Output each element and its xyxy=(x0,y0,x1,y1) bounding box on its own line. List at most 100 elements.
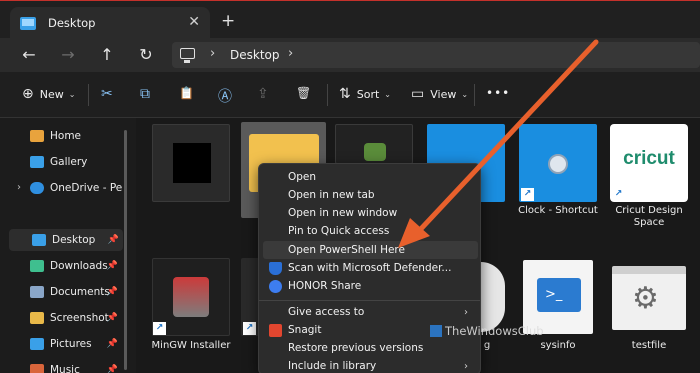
sidebar-item-label: Documents xyxy=(50,286,110,298)
documents-icon xyxy=(30,286,44,298)
powershell-icon: >_ xyxy=(523,260,593,334)
shortcut-arrow-icon: ↗ xyxy=(153,322,166,335)
sidebar-item-home[interactable]: Home xyxy=(30,125,122,147)
new-button[interactable]: ⊕ New ⌄ xyxy=(22,86,75,102)
copy-icon[interactable]: ⧉ xyxy=(140,86,150,102)
menu-item-label: Open xyxy=(288,171,317,183)
view-icon: ▭ xyxy=(411,86,425,102)
address-bar[interactable]: › Desktop › xyxy=(172,42,700,68)
sidebar-item-label: Home xyxy=(50,130,82,142)
menu-item-pin-quick-access[interactable]: Pin to Quick access xyxy=(263,222,478,240)
sidebar-scrollbar[interactable] xyxy=(124,130,127,370)
menu-item-label: Snagit xyxy=(288,324,322,336)
game-icon xyxy=(335,124,413,164)
divider xyxy=(327,84,328,106)
chevron-right-icon[interactable]: › xyxy=(210,46,215,61)
rename-icon[interactable]: Ⓐ xyxy=(218,86,232,106)
file-name: g xyxy=(483,340,491,351)
sidebar-item-screenshot[interactable]: Screenshot 📌 xyxy=(30,307,122,329)
menu-item-honor-share[interactable]: HONOR Share xyxy=(263,277,478,295)
menu-item-label: HONOR Share xyxy=(288,280,362,292)
pictures-icon xyxy=(30,338,44,350)
close-tab-button[interactable]: ✕ xyxy=(188,14,200,30)
desktop-icon xyxy=(32,234,46,246)
sidebar-item-music[interactable]: Music 📌 xyxy=(30,359,122,373)
divider xyxy=(88,84,89,106)
file-name: testfile xyxy=(631,340,667,351)
home-icon xyxy=(30,130,44,142)
pin-icon: 📌 xyxy=(106,313,118,323)
menu-divider xyxy=(259,300,480,301)
chevron-right-icon[interactable]: › xyxy=(288,46,293,61)
menu-item-label: Include in library xyxy=(288,360,377,372)
pin-icon: 📌 xyxy=(106,287,118,297)
sidebar-item-onedrive[interactable]: OneDrive - Perso xyxy=(30,177,122,199)
shield-icon xyxy=(269,261,282,275)
sidebar-item-desktop[interactable]: Desktop 📌 xyxy=(9,229,123,251)
navigation-pane: Home Gallery › OneDrive - Perso Desktop … xyxy=(0,118,136,373)
menu-item-label: Restore previous versions xyxy=(288,342,424,354)
tab-title: Desktop xyxy=(48,16,96,30)
menu-item-give-access[interactable]: Give access to › xyxy=(263,303,478,321)
sidebar-item-gallery[interactable]: Gallery xyxy=(30,151,122,173)
sidebar-item-label: Music xyxy=(50,364,80,373)
menu-item-include-library[interactable]: Include in library › xyxy=(263,357,478,373)
menu-item-label: Pin to Quick access xyxy=(288,225,390,237)
menu-item-open-new-tab[interactable]: Open in new tab xyxy=(263,186,478,204)
pin-icon: 📌 xyxy=(106,365,118,373)
chevron-down-icon: ⌄ xyxy=(68,89,76,99)
back-button[interactable]: ← xyxy=(18,44,40,66)
pin-icon: 📌 xyxy=(106,339,118,349)
downloads-icon xyxy=(30,260,44,272)
menu-item-label: Scan with Microsoft Defender... xyxy=(288,262,452,274)
share-icon[interactable]: ⇪ xyxy=(257,86,269,102)
windows-logo-icon xyxy=(430,325,442,337)
command-bar: ⊕ New ⌄ ✂ ⧉ 📋 Ⓐ ⇪ 🗑 ⇅ Sort ⌄ ▭ View ⌄ ••… xyxy=(0,72,700,118)
chevron-right-icon: › xyxy=(464,306,468,318)
file-thumbnail xyxy=(481,262,505,332)
new-label: New xyxy=(39,87,64,101)
menu-item-label: Give access to xyxy=(288,306,365,318)
view-button[interactable]: ▭ View ⌄ xyxy=(411,86,468,102)
refresh-button[interactable]: ↻ xyxy=(135,44,157,66)
sidebar-item-downloads[interactable]: Downloads 📌 xyxy=(30,255,122,277)
cut-icon[interactable]: ✂ xyxy=(101,86,113,102)
folder-icon xyxy=(30,312,44,324)
pin-icon: 📌 xyxy=(107,235,119,245)
expand-chevron-icon[interactable]: › xyxy=(17,182,21,193)
sidebar-item-pictures[interactable]: Pictures 📌 xyxy=(30,333,122,355)
new-tab-button[interactable]: + xyxy=(221,11,235,31)
watermark-logo: TheWindowsClub xyxy=(430,324,544,338)
breadcrumb-desktop[interactable]: Desktop xyxy=(230,48,280,62)
file-name: Clock - Shortcut xyxy=(518,205,598,216)
sidebar-item-label: Downloads xyxy=(50,260,108,272)
menu-item-restore-versions[interactable]: Restore previous versions xyxy=(263,339,478,357)
menu-item-scan-defender[interactable]: Scan with Microsoft Defender... xyxy=(263,259,478,277)
shortcut-arrow-icon: ↗ xyxy=(521,188,534,201)
divider xyxy=(474,84,475,106)
more-options-button[interactable]: ••• xyxy=(486,86,510,100)
menu-item-open-powershell[interactable]: Open PowerShell Here xyxy=(263,241,478,259)
sidebar-item-label: Screenshot xyxy=(50,312,109,324)
snagit-icon xyxy=(269,323,282,337)
tab-desktop[interactable]: Desktop ✕ xyxy=(10,7,210,39)
chevron-right-icon: › xyxy=(464,360,468,372)
sidebar-item-documents[interactable]: Documents 📌 xyxy=(30,281,122,303)
shortcut-arrow-icon: ↗ xyxy=(612,188,625,201)
forward-button[interactable]: → xyxy=(57,44,79,66)
delete-icon[interactable]: 🗑 xyxy=(296,86,311,100)
sidebar-item-label: Pictures xyxy=(50,338,92,350)
paste-icon[interactable]: 📋 xyxy=(179,86,194,100)
view-label: View xyxy=(430,87,457,101)
sidebar-item-label: Gallery xyxy=(50,156,88,168)
file-thumbnail xyxy=(152,124,230,202)
menu-item-label: Open PowerShell Here xyxy=(288,244,405,256)
up-button[interactable]: ↑ xyxy=(96,44,118,66)
title-bar: Desktop ✕ + xyxy=(0,0,700,39)
menu-item-open-new-window[interactable]: Open in new window xyxy=(263,204,478,222)
sort-button[interactable]: ⇅ Sort ⌄ xyxy=(339,86,391,102)
navigation-bar: ← → ↑ ↻ › Desktop › xyxy=(0,38,700,72)
menu-item-open[interactable]: Open xyxy=(263,168,478,186)
sort-icon: ⇅ xyxy=(339,86,351,102)
plus-circle-icon: ⊕ xyxy=(22,86,34,102)
